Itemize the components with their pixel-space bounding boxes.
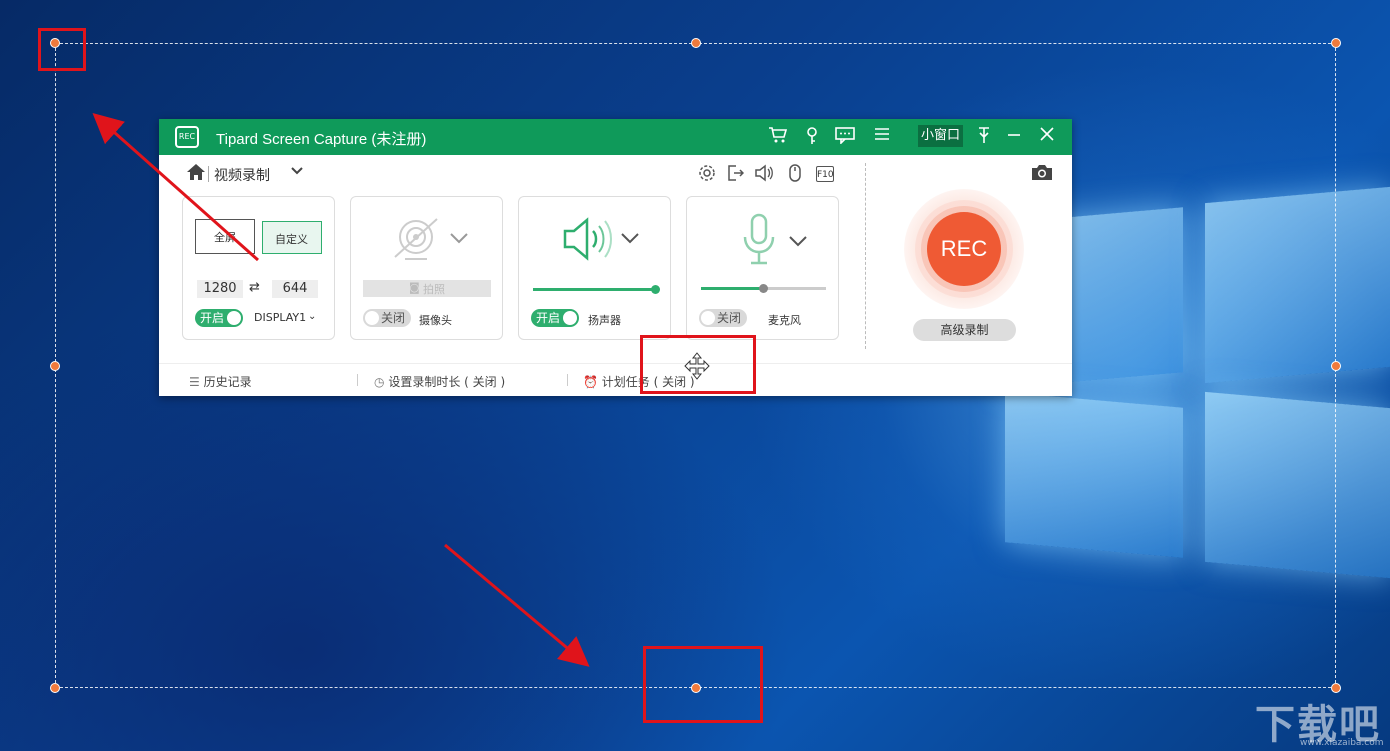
- annotation-arrows: [92, 113, 590, 667]
- watermark-url: www.xiazaiba.com: [1300, 738, 1384, 748]
